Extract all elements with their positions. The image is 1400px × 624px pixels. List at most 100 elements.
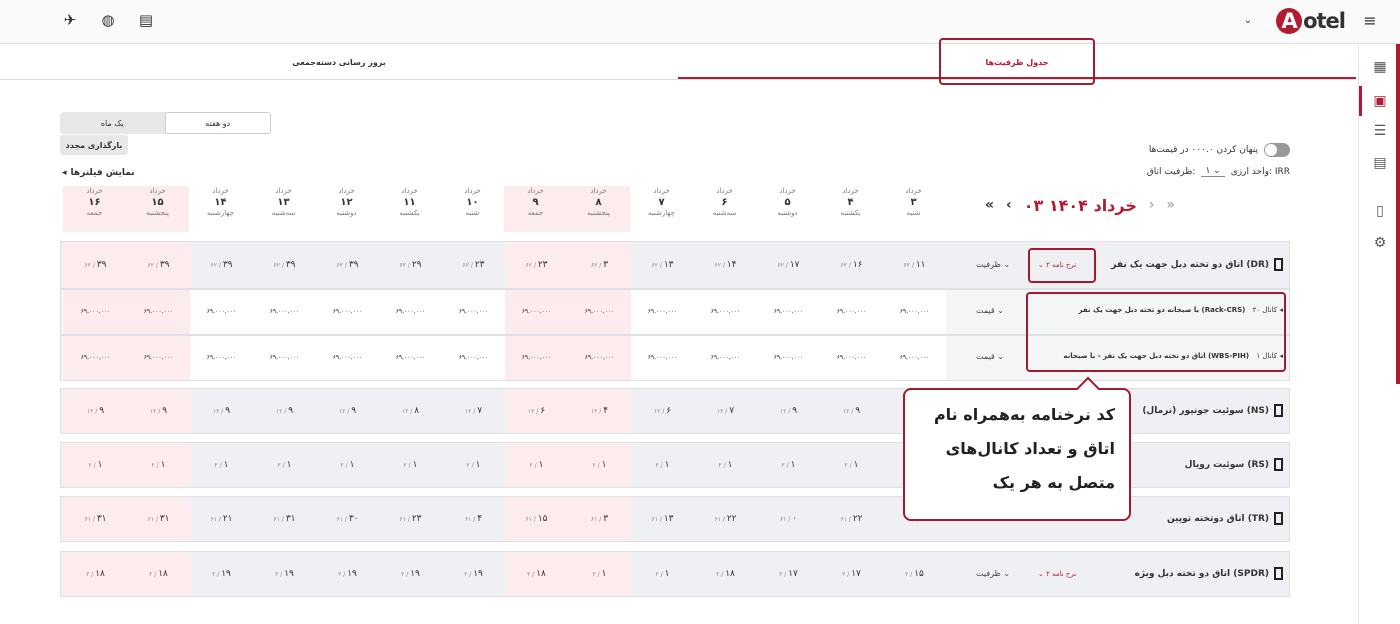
price-cell[interactable]: ۶۹,۰۰۰,۰۰۰: [820, 336, 883, 380]
price-cell[interactable]: ۶۹,۰۰۰,۰۰۰: [316, 290, 379, 334]
capacity-cell[interactable]: ۲ / ۱: [190, 443, 253, 487]
capacity-cell[interactable]: ۱۲ / ۹: [127, 389, 190, 433]
price-cell[interactable]: ۶۹,۰۰۰,۰۰۰: [64, 290, 127, 334]
two-weeks-button[interactable]: دو هفته: [164, 112, 271, 134]
rate-plans-link[interactable]: ⌄ ۲ نرخ نامه: [1038, 570, 1076, 578]
capacity-cell[interactable]: ۲ / ۱۵: [883, 552, 946, 596]
capacity-cell[interactable]: ۲ / ۱: [253, 443, 316, 487]
capacity-cell[interactable]: ۲ / ۱۹: [442, 552, 505, 596]
capacity-cell[interactable]: ۶۱ / ۱۳: [631, 497, 694, 541]
capacity-cell[interactable]: ۶۲ / ۳۹: [190, 242, 253, 288]
building-icon[interactable]: ▦: [1371, 58, 1389, 76]
capacity-cell[interactable]: ۲ / ۱: [757, 443, 820, 487]
capacity-cell[interactable]: ۶۲ / ۱۳: [631, 242, 694, 288]
capacity-cell[interactable]: ۶۲ / ۱۱: [883, 242, 946, 288]
gear-icon[interactable]: ⚙: [1371, 234, 1389, 252]
price-dropdown[interactable]: قیمت ⌄: [976, 352, 1004, 361]
price-dropdown[interactable]: قیمت ⌄: [976, 306, 1004, 315]
capacity-cell[interactable]: ۱۲ / ۶: [631, 389, 694, 433]
capacity-cell[interactable]: ۶۲ / ۳۹: [316, 242, 379, 288]
capacity-cell[interactable]: ۱۲ / ۴: [568, 389, 631, 433]
capacity-cell[interactable]: ۶۱ / ۳۰: [316, 497, 379, 541]
price-cell[interactable]: ۶۹,۰۰۰,۰۰۰: [883, 336, 946, 380]
capacity-cell[interactable]: ۶۱ / ۱۵: [505, 497, 568, 541]
capacity-cell[interactable]: ۱۲ / ۹: [190, 389, 253, 433]
capacity-cell[interactable]: ۲ / ۱۷: [820, 552, 883, 596]
capacity-cell[interactable]: ۲ / ۱۹: [316, 552, 379, 596]
menu-icon[interactable]: ≡: [1360, 10, 1380, 30]
price-cell[interactable]: ۶۹,۰۰۰,۰۰۰: [442, 336, 505, 380]
capacity-cell[interactable]: ۲ / ۱: [694, 443, 757, 487]
price-cell[interactable]: ۶۹,۰۰۰,۰۰۰: [757, 290, 820, 334]
capacity-cell[interactable]: ۶۲ / ۳۹: [253, 242, 316, 288]
capacity-dropdown[interactable]: ظرفیت ⌄: [976, 260, 1010, 269]
capacity-select[interactable]: ۱ ⌄: [1201, 166, 1225, 177]
capacity-cell[interactable]: ۲ / ۱: [568, 443, 631, 487]
capacity-cell[interactable]: ۲ / ۱: [442, 443, 505, 487]
capacity-cell[interactable]: ۶۱ / ۴: [442, 497, 505, 541]
tab-bulk-update[interactable]: بروز رسانی دسته‌جمعی: [0, 44, 678, 80]
capacity-cell[interactable]: ۲ / ۱۸: [64, 552, 127, 596]
capacity-cell[interactable]: ۶۱ / ۳۱: [127, 497, 190, 541]
price-cell[interactable]: ۶۹,۰۰۰,۰۰۰: [64, 336, 127, 380]
bird-icon[interactable]: ✈: [60, 10, 80, 30]
capacity-cell[interactable]: ۲ / ۱: [127, 443, 190, 487]
capacity-cell[interactable]: ۶۱ / ۳: [568, 497, 631, 541]
price-cell[interactable]: ۶۹,۰۰۰,۰۰۰: [127, 336, 190, 380]
capacity-cell[interactable]: ۲ / ۱۸: [694, 552, 757, 596]
capacity-cell[interactable]: ۲ / ۱۸: [127, 552, 190, 596]
capacity-cell[interactable]: ۲ / ۱: [379, 443, 442, 487]
clipboard-icon[interactable]: ▤: [136, 10, 156, 30]
capacity-cell[interactable]: ۶۲ / ۳۹: [127, 242, 190, 288]
capacity-cell[interactable]: ۲ / ۱: [820, 443, 883, 487]
capacity-cell[interactable]: ۶۲ / ۱۶: [820, 242, 883, 288]
price-cell[interactable]: ۶۹,۰۰۰,۰۰۰: [190, 290, 253, 334]
double-chevron-left-icon[interactable]: «: [985, 197, 994, 213]
capacity-cell[interactable]: ۶۱ / ۲۲: [694, 497, 757, 541]
price-cell[interactable]: ۶۹,۰۰۰,۰۰۰: [694, 336, 757, 380]
price-cell[interactable]: ۶۹,۰۰۰,۰۰۰: [253, 290, 316, 334]
capacity-cell[interactable]: ۲ / ۱: [316, 443, 379, 487]
capacity-cell[interactable]: ۶۱ / ۳۱: [253, 497, 316, 541]
price-cell[interactable]: ۶۹,۰۰۰,۰۰۰: [442, 290, 505, 334]
price-cell[interactable]: ۶۹,۰۰۰,۰۰۰: [568, 290, 631, 334]
capacity-cell[interactable]: ۲ / ۱: [631, 552, 694, 596]
capacity-cell[interactable]: ۲ / ۱۹: [253, 552, 316, 596]
capacity-cell[interactable]: ۶۲ / ۱۴: [694, 242, 757, 288]
price-cell[interactable]: ۶۹,۰۰۰,۰۰۰: [190, 336, 253, 380]
capacity-cell[interactable]: ۲ / ۱: [631, 443, 694, 487]
price-cell[interactable]: ۶۹,۰۰۰,۰۰۰: [505, 290, 568, 334]
price-cell[interactable]: ۶۹,۰۰۰,۰۰۰: [757, 336, 820, 380]
capacity-cell[interactable]: ۱۲ / ۹: [316, 389, 379, 433]
capacity-cell[interactable]: ۱۲ / ۷: [442, 389, 505, 433]
one-month-button[interactable]: یک ماه: [60, 112, 165, 134]
price-cell[interactable]: ۶۹,۰۰۰,۰۰۰: [568, 336, 631, 380]
document-icon[interactable]: ▯: [1371, 202, 1389, 220]
price-cell[interactable]: ۶۹,۰۰۰,۰۰۰: [883, 290, 946, 334]
capacity-cell[interactable]: ۶۲ / ۳۹: [64, 242, 127, 288]
price-cell[interactable]: ۶۹,۰۰۰,۰۰۰: [253, 336, 316, 380]
capacity-cell[interactable]: ۲ / ۱۹: [190, 552, 253, 596]
capacity-cell[interactable]: ۲ / ۱: [568, 552, 631, 596]
capacity-cell[interactable]: ۶۱ / ۲۲: [820, 497, 883, 541]
show-filters-link[interactable]: ◂ نمایش فیلترها: [62, 168, 135, 178]
double-chevron-right-icon[interactable]: »: [1166, 197, 1175, 213]
chevron-down-icon[interactable]: ⌄: [1238, 10, 1258, 30]
price-cell[interactable]: ۶۹,۰۰۰,۰۰۰: [127, 290, 190, 334]
capacity-cell[interactable]: ۱۲ / ۶: [505, 389, 568, 433]
capacity-cell[interactable]: ۲ / ۱۹: [379, 552, 442, 596]
scrollbar[interactable]: [1396, 44, 1400, 384]
capacity-cell[interactable]: ۲ / ۱: [64, 443, 127, 487]
price-cell[interactable]: ۶۹,۰۰۰,۰۰۰: [379, 290, 442, 334]
capacity-cell[interactable]: ۶۲ / ۳: [568, 242, 631, 288]
price-cell[interactable]: ۶۹,۰۰۰,۰۰۰: [316, 336, 379, 380]
capacity-cell[interactable]: ۶۲ / ۲۳: [442, 242, 505, 288]
capacity-cell[interactable]: ۱۲ / ۸: [379, 389, 442, 433]
capacity-cell[interactable]: ۶۲ / ۱۷: [757, 242, 820, 288]
globe-icon[interactable]: ◍: [98, 10, 118, 30]
capacity-cell[interactable]: ۶۲ / ۲۳: [505, 242, 568, 288]
capacity-cell[interactable]: ۱۲ / ۹: [820, 389, 883, 433]
capacity-dropdown[interactable]: ظرفیت ⌄: [976, 569, 1010, 578]
capacity-cell[interactable]: ۲ / ۱۸: [505, 552, 568, 596]
price-cell[interactable]: ۶۹,۰۰۰,۰۰۰: [379, 336, 442, 380]
